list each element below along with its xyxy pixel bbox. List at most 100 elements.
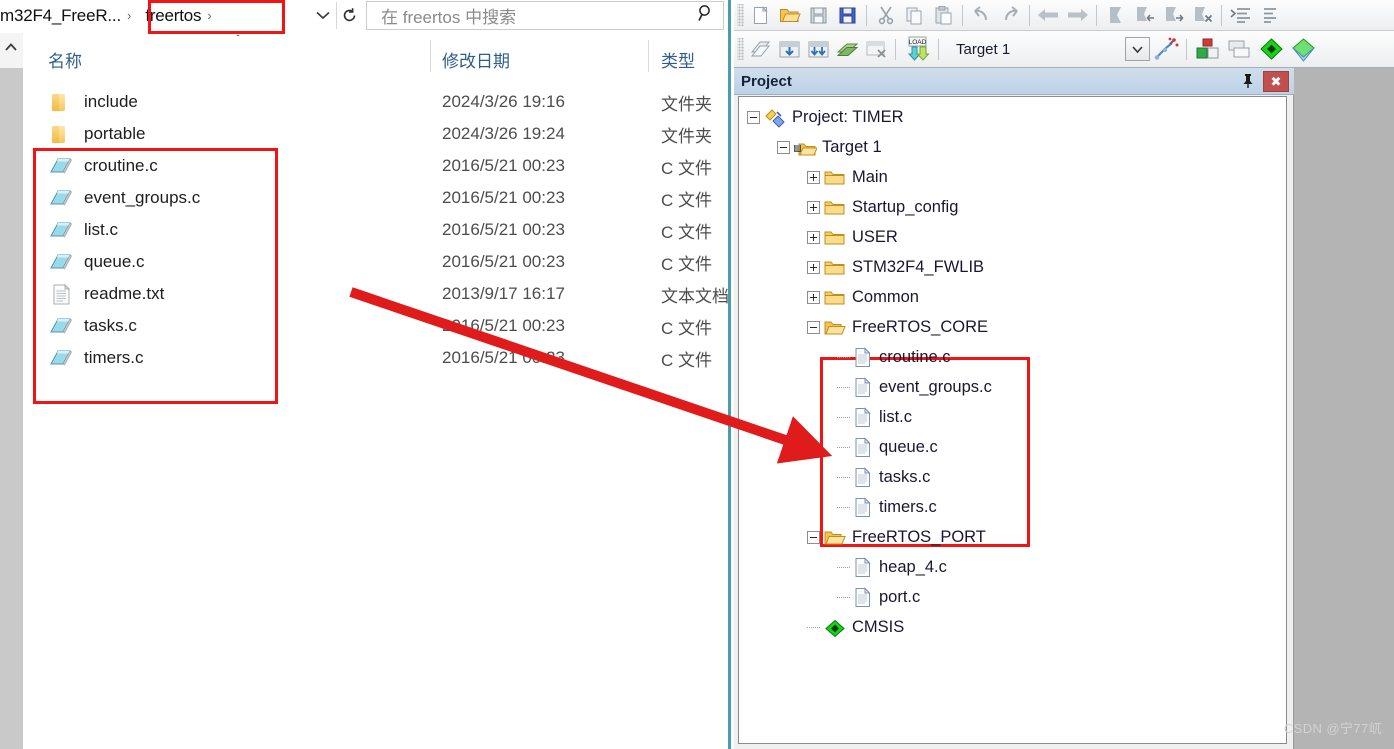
file-row[interactable]: readme.txt 2013/9/17 16:17 文本文档: [24, 278, 728, 310]
file-row[interactable]: queue.c 2016/5/21 00:23 C 文件: [24, 246, 728, 278]
scroll-up-icon[interactable]: [1, 41, 21, 56]
navigate-forward-icon[interactable]: [1063, 2, 1092, 29]
file-type-cell: C 文件: [661, 190, 712, 210]
save-icon[interactable]: [804, 2, 833, 29]
paste-icon[interactable]: [929, 2, 958, 29]
expand-toggle-icon[interactable]: [807, 170, 820, 184]
manage-project-items-icon[interactable]: [1191, 36, 1223, 63]
file-name-cell[interactable]: readme.txt: [48, 283, 164, 305]
column-divider[interactable]: [648, 40, 649, 72]
breadcrumb[interactable]: m32F4_FreeR... › freertos ›: [0, 2, 218, 29]
indent-icon[interactable]: [1226, 2, 1255, 29]
copy-icon[interactable]: [900, 2, 929, 29]
source-file-icon: [854, 467, 872, 487]
file-name-cell[interactable]: queue.c: [48, 251, 145, 273]
undo-icon[interactable]: [967, 2, 996, 29]
breadcrumb-parent[interactable]: m32F4_FreeR...: [0, 6, 121, 26]
project-tree-node[interactable]: event_groups.c: [837, 372, 992, 402]
project-tree-node[interactable]: Target 1: [777, 132, 882, 162]
close-icon[interactable]: ✖: [1263, 71, 1289, 92]
project-tree-node[interactable]: timers.c: [837, 492, 937, 522]
bookmark-toggle-icon[interactable]: [1101, 2, 1130, 29]
search-icon[interactable]: [687, 4, 723, 27]
address-bar: m32F4_FreeR... › freertos › 在 freertos 中…: [0, 0, 728, 42]
collapse-toggle-icon[interactable]: [747, 110, 760, 124]
file-row[interactable]: list.c 2016/5/21 00:23 C 文件: [24, 214, 728, 246]
project-tree-node[interactable]: port.c: [837, 582, 920, 612]
column-header-type[interactable]: 类型: [661, 47, 695, 72]
project-tree-node[interactable]: Startup_config: [807, 192, 958, 222]
project-tree-node[interactable]: FreeRTOS_CORE: [807, 312, 988, 342]
refresh-button[interactable]: [336, 2, 362, 29]
collapse-toggle-icon[interactable]: [807, 530, 820, 544]
project-tree-node-label: Project: TIMER: [792, 107, 904, 126]
expand-toggle-icon[interactable]: [807, 260, 820, 274]
column-header-name[interactable]: 名称: [48, 47, 82, 72]
target-select[interactable]: Target 1: [949, 37, 1121, 61]
pin-icon[interactable]: [1239, 72, 1257, 90]
address-dropdown-button[interactable]: [310, 2, 336, 29]
bookmark-prev-icon[interactable]: [1130, 2, 1159, 29]
project-tree-node[interactable]: CMSIS: [807, 612, 904, 642]
project-tree[interactable]: Project: TIMER Target 1 Main Startup_config…: [738, 96, 1287, 744]
bookmark-next-icon[interactable]: [1159, 2, 1188, 29]
manage-run-time-env-icon[interactable]: [1223, 36, 1255, 63]
project-tree-node[interactable]: USER: [807, 222, 898, 252]
batch-build-icon[interactable]: [833, 36, 862, 63]
file-row[interactable]: include 2024/3/26 19:16 文件夹: [24, 86, 728, 118]
file-row[interactable]: tasks.c 2016/5/21 00:23 C 文件: [24, 310, 728, 342]
project-tree-node[interactable]: Common: [807, 282, 919, 312]
file-row[interactable]: croutine.c 2016/5/21 00:23 C 文件: [24, 150, 728, 182]
column-header-date[interactable]: 修改日期: [442, 47, 510, 72]
project-tree-node[interactable]: Main: [807, 162, 888, 192]
file-name-cell[interactable]: list.c: [48, 219, 118, 241]
collapse-toggle-icon[interactable]: [807, 320, 820, 334]
breadcrumb-current[interactable]: freertos: [145, 6, 201, 26]
expand-toggle-icon[interactable]: [807, 200, 820, 214]
project-tree-node[interactable]: croutine.c: [837, 342, 951, 372]
pack-installer-icon[interactable]: [1255, 36, 1287, 63]
open-file-icon[interactable]: [775, 2, 804, 29]
download-icon[interactable]: LOAD: [900, 36, 934, 63]
file-row[interactable]: event_groups.c 2016/5/21 00:23 C 文件: [24, 182, 728, 214]
chevron-down-icon[interactable]: [1125, 37, 1150, 61]
project-tree-node[interactable]: tasks.c: [837, 462, 930, 492]
project-tree-node[interactable]: FreeRTOS_PORT: [807, 522, 986, 552]
source-file-icon: [854, 377, 872, 397]
search-input[interactable]: 在 freertos 中搜索: [366, 1, 724, 30]
file-name-cell[interactable]: include: [48, 91, 138, 113]
cut-icon[interactable]: [871, 2, 900, 29]
stop-build-icon[interactable]: [862, 36, 891, 63]
c-file-icon: [48, 347, 74, 369]
project-tree-node[interactable]: heap_4.c: [837, 552, 947, 582]
build-icon[interactable]: [775, 36, 804, 63]
expand-toggle-icon[interactable]: [807, 290, 820, 304]
file-name-cell[interactable]: event_groups.c: [48, 187, 200, 209]
rebuild-icon[interactable]: [804, 36, 833, 63]
translate-icon[interactable]: [746, 36, 775, 63]
file-name-cell[interactable]: timers.c: [48, 347, 144, 369]
select-software-packs-icon[interactable]: [1287, 36, 1319, 63]
file-row[interactable]: portable 2024/3/26 19:24 文件夹: [24, 118, 728, 150]
bookmark-clear-icon[interactable]: [1188, 2, 1217, 29]
file-name-cell[interactable]: croutine.c: [48, 155, 158, 177]
file-row[interactable]: timers.c 2016/5/21 00:23 C 文件: [24, 342, 728, 374]
navigation-pane-scrollbar[interactable]: [0, 68, 23, 749]
expand-toggle-icon[interactable]: [807, 230, 820, 244]
new-file-icon[interactable]: [746, 2, 775, 29]
outdent-icon[interactable]: [1255, 2, 1284, 29]
file-name-cell[interactable]: tasks.c: [48, 315, 137, 337]
column-divider[interactable]: [430, 40, 431, 72]
collapse-toggle-icon[interactable]: [777, 140, 790, 154]
toolbar-grip[interactable]: [737, 4, 744, 26]
project-tree-node[interactable]: queue.c: [837, 432, 938, 462]
project-tree-node[interactable]: STM32F4_FWLIB: [807, 252, 984, 282]
project-tree-node[interactable]: Project: TIMER: [747, 102, 904, 132]
navigate-back-icon[interactable]: [1034, 2, 1063, 29]
save-all-icon[interactable]: [833, 2, 862, 29]
toolbar-grip[interactable]: [737, 38, 744, 60]
file-name-cell[interactable]: portable: [48, 123, 145, 145]
project-tree-node[interactable]: list.c: [837, 402, 912, 432]
target-options-icon[interactable]: [1150, 36, 1182, 63]
redo-icon[interactable]: [996, 2, 1025, 29]
